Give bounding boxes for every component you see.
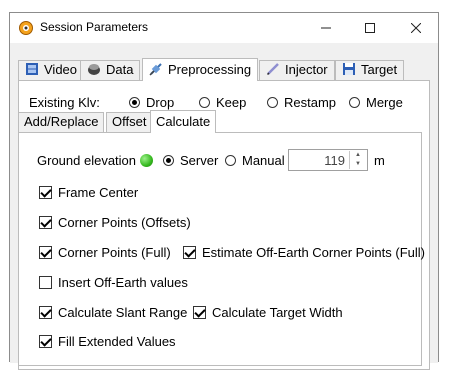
- frame-center-checkbox[interactable]: Frame Center: [39, 185, 138, 200]
- tab-add-replace-label: Add/Replace: [24, 114, 99, 129]
- radio-keep[interactable]: [199, 97, 210, 108]
- estimate-off-earth-check[interactable]: [183, 246, 196, 259]
- close-button[interactable]: [402, 17, 430, 39]
- ground-elevation-row: Ground elevation Server Manual 119 ▲ ▼ m: [37, 149, 385, 171]
- elevation-input[interactable]: 119 ▲ ▼: [288, 149, 368, 171]
- tab-target[interactable]: Target: [335, 60, 405, 80]
- corner-full-check[interactable]: [39, 246, 52, 259]
- satellite-icon: [149, 63, 162, 76]
- tab-video-label: Video: [44, 62, 78, 77]
- corner-offsets-label: Corner Points (Offsets): [58, 215, 191, 230]
- tab-offset-label: Offset: [112, 114, 147, 129]
- radio-manual[interactable]: [225, 155, 236, 166]
- app-icon: [19, 21, 33, 35]
- status-indicator-icon: [140, 154, 153, 167]
- klv-option-restamp-label: Restamp: [284, 95, 337, 110]
- slant-range-checkbox[interactable]: Calculate Slant Range: [39, 305, 187, 320]
- klv-option-drop-label: Drop: [146, 95, 175, 110]
- pen-icon: [266, 63, 279, 76]
- radio-server[interactable]: [163, 155, 174, 166]
- estimate-off-earth-checkbox[interactable]: Estimate Off-Earth Corner Points (Full): [183, 245, 425, 260]
- insert-off-earth-check[interactable]: [39, 276, 52, 289]
- session-parameters-window: Session Parameters Video Data Preprocess…: [9, 12, 439, 370]
- slant-range-label: Calculate Slant Range: [58, 305, 188, 320]
- tab-data[interactable]: Data: [80, 60, 141, 80]
- insert-off-earth-checkbox[interactable]: Insert Off-Earth values: [39, 275, 188, 290]
- elevation-option-server[interactable]: Server: [163, 153, 218, 168]
- corner-offsets-checkbox[interactable]: Corner Points (Offsets): [39, 215, 191, 230]
- tab-injector[interactable]: Injector: [259, 60, 335, 80]
- elevation-option-manual-label: Manual: [242, 153, 285, 168]
- corner-offsets-check[interactable]: [39, 216, 52, 229]
- film-icon: [26, 63, 38, 75]
- tab-data-label: Data: [106, 62, 134, 77]
- close-icon: [410, 22, 422, 34]
- tab-target-label: Target: [361, 62, 398, 77]
- ground-elevation-label: Ground elevation: [37, 153, 137, 168]
- fill-extended-check[interactable]: [39, 335, 52, 348]
- elevation-option-manual[interactable]: Manual: [225, 153, 285, 168]
- tab-calculate[interactable]: Calculate: [150, 110, 217, 133]
- target-width-checkbox[interactable]: Calculate Target Width: [193, 305, 343, 320]
- spin-down-icon[interactable]: ▼: [350, 160, 366, 169]
- tab-injector-label: Injector: [285, 62, 328, 77]
- insert-off-earth-label: Insert Off-Earth values: [58, 275, 188, 290]
- corner-full-checkbox[interactable]: Corner Points (Full): [39, 245, 171, 260]
- estimate-off-earth-label: Estimate Off-Earth Corner Points (Full): [202, 245, 425, 260]
- maximize-button[interactable]: [356, 17, 384, 39]
- elevation-option-server-label: Server: [180, 153, 219, 168]
- radio-drop[interactable]: [129, 97, 140, 108]
- radio-merge[interactable]: [349, 97, 360, 108]
- tab-offset[interactable]: Offset: [106, 112, 153, 132]
- fill-extended-label: Fill Extended Values: [58, 334, 176, 349]
- radio-restamp[interactable]: [267, 97, 278, 108]
- klv-option-drop[interactable]: Drop: [129, 95, 174, 110]
- klv-option-merge-label: Merge: [366, 95, 403, 110]
- tab-preprocessing[interactable]: Preprocessing: [142, 58, 259, 81]
- klv-option-merge[interactable]: Merge: [349, 95, 403, 110]
- klv-option-keep-label: Keep: [216, 95, 247, 110]
- frame-center-label: Frame Center: [58, 185, 139, 200]
- data-icon: [88, 64, 100, 75]
- maximize-icon: [365, 23, 375, 33]
- minimize-icon: [321, 27, 331, 29]
- calculate-panel: Ground elevation Server Manual 119 ▲ ▼ m…: [18, 132, 425, 366]
- target-width-check[interactable]: [193, 306, 206, 319]
- save-icon: [343, 63, 355, 75]
- elevation-spinner[interactable]: ▲ ▼: [349, 151, 366, 169]
- existing-klv-label: Existing Klv:: [29, 95, 100, 110]
- tab-calculate-label: Calculate: [156, 114, 211, 129]
- frame-center-check[interactable]: [39, 186, 52, 199]
- target-width-label: Calculate Target Width: [212, 305, 343, 320]
- existing-klv-row: Existing Klv: Drop Keep Restamp Merge: [29, 95, 403, 110]
- klv-option-keep[interactable]: Keep: [199, 95, 246, 110]
- tab-add-replace[interactable]: Add/Replace: [18, 112, 105, 132]
- minimize-button[interactable]: [312, 17, 340, 39]
- window-title: Session Parameters: [40, 20, 149, 34]
- slant-range-check[interactable]: [39, 306, 52, 319]
- klv-option-restamp[interactable]: Restamp: [267, 95, 336, 110]
- corner-full-label: Corner Points (Full): [58, 245, 171, 260]
- elevation-value: 119: [324, 153, 345, 168]
- elevation-unit: m: [374, 153, 385, 168]
- fill-extended-checkbox[interactable]: Fill Extended Values: [39, 334, 176, 349]
- tab-video[interactable]: Video: [18, 60, 85, 80]
- tab-preprocessing-label: Preprocessing: [168, 62, 252, 77]
- spin-up-icon[interactable]: ▲: [350, 151, 366, 160]
- title-bar[interactable]: Session Parameters: [10, 13, 438, 43]
